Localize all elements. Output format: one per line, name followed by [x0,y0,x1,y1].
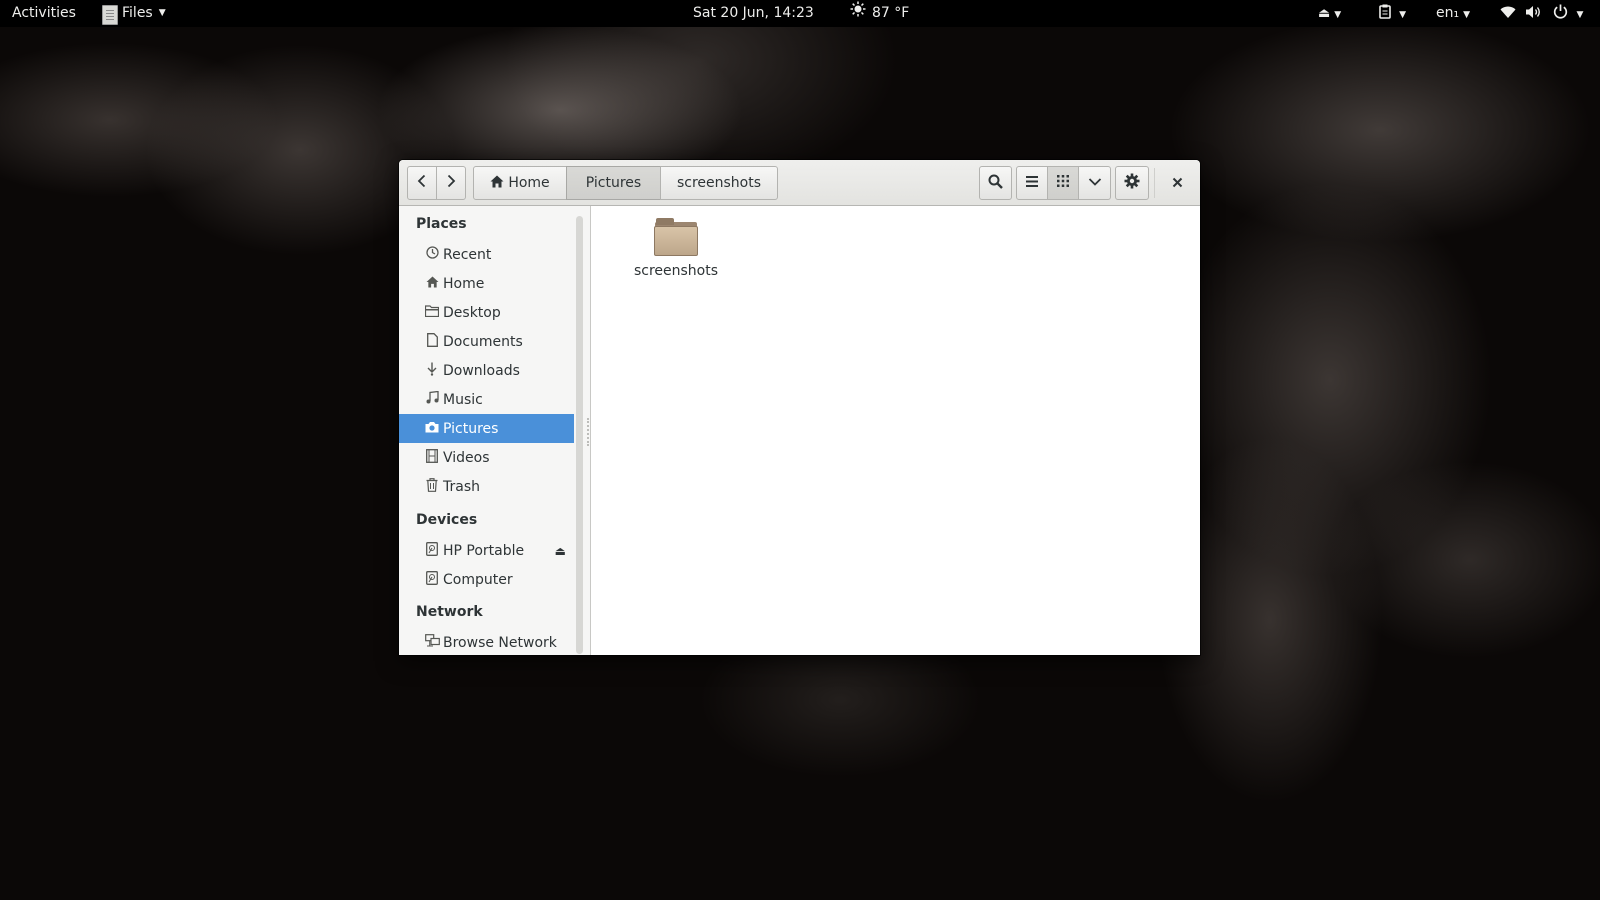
download-icon [423,362,441,380]
app-menu[interactable]: Files ▼ [102,0,166,27]
clipboard-menu[interactable]: ▼ [1379,0,1406,27]
wifi-icon[interactable] [1500,0,1516,27]
power-menu[interactable]: ▼ [1553,0,1583,27]
clock-icon [423,246,441,263]
view-options-button[interactable] [1078,166,1111,200]
eject-icon[interactable]: ⏏ [555,544,566,558]
chevron-down-icon: ▼ [158,8,166,18]
sidebar-item-hp-portable[interactable]: HP Portable ⏏ [399,536,574,565]
chevron-down-icon: ▼ [1334,10,1342,20]
grid-icon [1057,175,1069,191]
sidebar-item-label: Downloads [443,362,520,379]
sidebar-heading-network: Network [416,604,483,620]
sidebar-item-label: Trash [443,478,480,495]
header-bar: Home Pictures screenshots [399,160,1200,206]
list-icon [1026,175,1038,191]
document-icon [423,332,441,351]
breadcrumb-home[interactable]: Home [473,166,567,200]
folder-icon [423,304,441,321]
file-item-label: screenshots [633,263,719,279]
sidebar-item-computer[interactable]: Computer [399,565,574,594]
drive-icon [423,570,441,589]
input-language-menu[interactable]: en₁ ▼ [1436,0,1470,27]
trash-icon [423,477,441,496]
sidebar-item-pictures[interactable]: Pictures [399,414,574,443]
sidebar-item-label: Browse Network [443,634,557,651]
sidebar-item-label: Documents [443,333,523,350]
search-button[interactable] [979,166,1012,200]
removable-devices-menu[interactable]: ⏏ ▼ [1318,0,1341,27]
sidebar-item-label: HP Portable [443,542,525,559]
clipboard-icon [1379,4,1395,21]
eject-icon: ⏏ [1318,6,1331,21]
sidebar-item-label: Desktop [443,304,501,321]
sidebar-item-home[interactable]: Home [399,269,574,298]
breadcrumb-pictures[interactable]: Pictures [566,166,661,200]
list-view-button[interactable] [1016,166,1048,200]
sidebar-item-browse-network[interactable]: Browse Network [399,628,574,655]
home-icon [490,175,504,192]
files-window: Home Pictures screenshots Places Recent … [399,160,1200,655]
files-app-icon [102,4,118,25]
network-icon [423,634,441,651]
gear-icon [1124,173,1140,193]
sidebar-item-recent[interactable]: Recent [399,240,574,269]
sidebar-scrollbar[interactable] [576,216,583,654]
chevron-down-icon: ▼ [1463,10,1471,20]
language-label: en₁ [1436,5,1460,21]
sidebar-item-label: Computer [443,571,513,588]
sidebar-item-documents[interactable]: Documents [399,327,574,356]
home-icon [423,275,441,292]
sidebar-item-music[interactable]: Music [399,385,574,414]
header-separator [1154,168,1155,198]
activities-button[interactable]: Activities [12,0,76,27]
sidebar-heading-places: Places [416,216,467,232]
power-icon [1553,4,1572,21]
sidebar-item-label: Recent [443,246,492,263]
breadcrumb-screenshots[interactable]: screenshots [660,166,778,200]
camera-icon [423,421,441,437]
sidebar-item-desktop[interactable]: Desktop [399,298,574,327]
breadcrumb-home-label: Home [508,175,550,191]
weather-indicator[interactable]: 87 °F [850,0,909,27]
sun-icon [850,0,866,27]
places-sidebar: Places Recent Home Desktop Documents Dow… [399,206,591,655]
chevron-right-icon [446,174,456,192]
search-icon [988,174,1003,193]
file-item-folder[interactable]: screenshots [621,216,731,286]
sidebar-item-label: Home [443,275,485,292]
pane-resize-handle[interactable] [587,418,589,446]
drive-icon [423,541,441,560]
file-view[interactable]: screenshots [591,206,1200,655]
sidebar-item-label: Videos [443,449,490,466]
volume-icon[interactable] [1525,0,1542,27]
chevron-left-icon [417,174,427,192]
top-bar: Activities Files ▼ Sat 20 Jun, 14:23 87 … [0,0,1600,27]
settings-button[interactable] [1115,166,1149,200]
grid-view-button[interactable] [1047,166,1079,200]
weather-temperature: 87 °F [872,5,910,21]
app-menu-label: Files [122,5,153,21]
back-button[interactable] [407,166,437,200]
close-button[interactable] [1161,166,1193,200]
forward-button[interactable] [436,166,466,200]
folder-icon [654,216,698,256]
chevron-down-icon: ▼ [1399,10,1407,20]
close-icon [1172,174,1183,192]
sidebar-item-trash[interactable]: Trash [399,472,574,501]
chevron-down-icon [1088,175,1102,191]
music-icon [423,390,441,408]
sidebar-item-label: Music [443,391,483,408]
sidebar-heading-devices: Devices [416,512,478,528]
film-icon [423,448,441,467]
sidebar-item-videos[interactable]: Videos [399,443,574,472]
chevron-down-icon: ▼ [1576,10,1584,20]
clock[interactable]: Sat 20 Jun, 14:23 [693,0,814,27]
sidebar-item-downloads[interactable]: Downloads [399,356,574,385]
sidebar-item-label: Pictures [443,420,499,437]
